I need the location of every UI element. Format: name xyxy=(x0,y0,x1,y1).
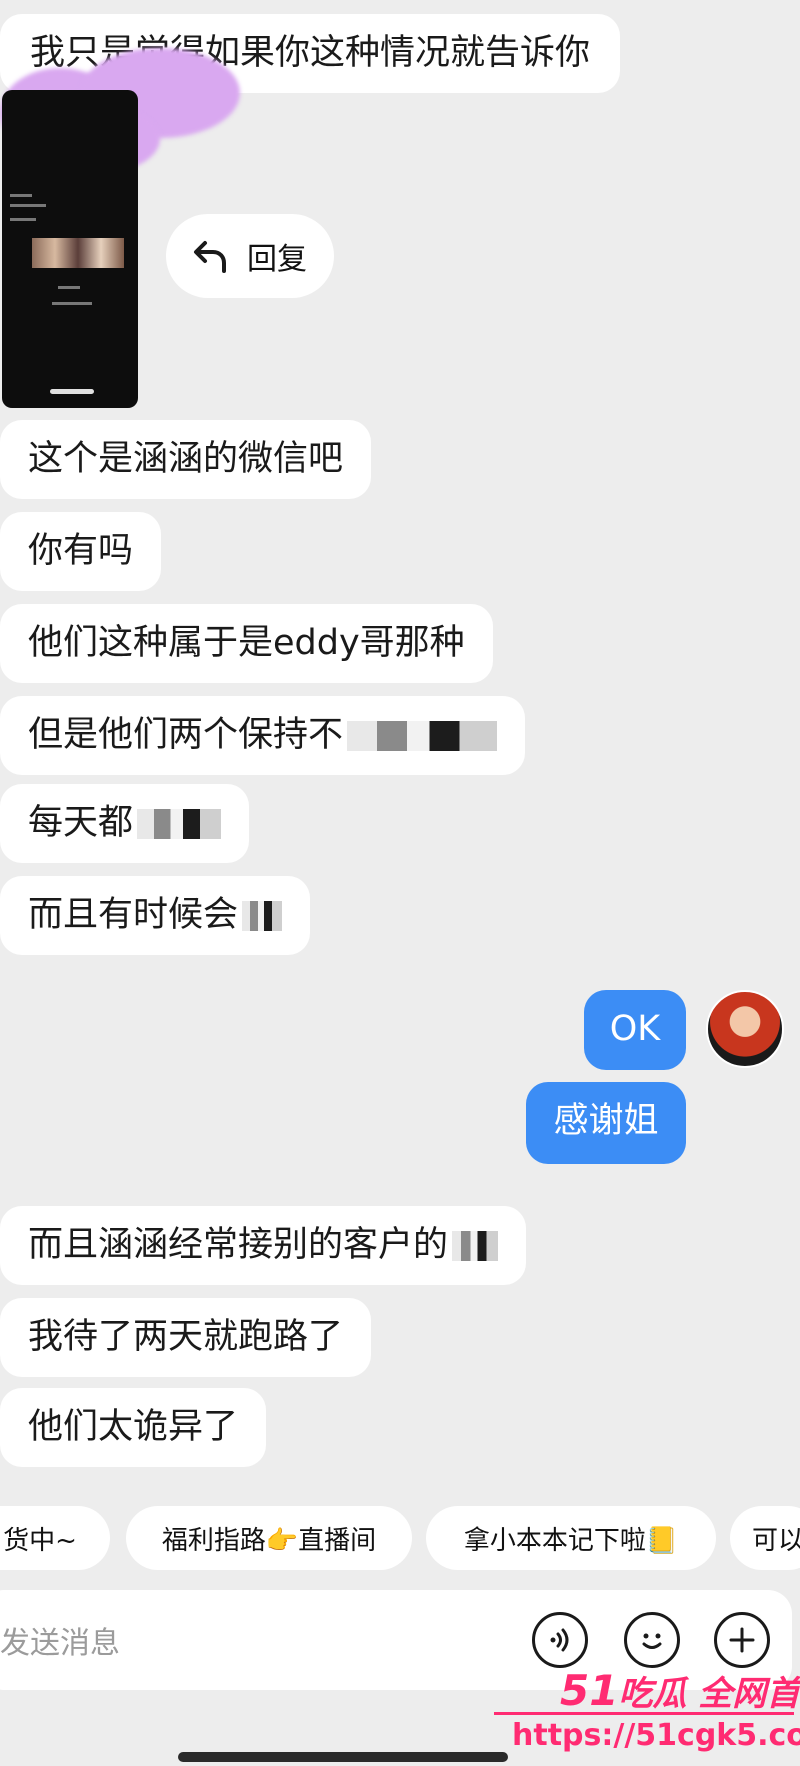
quick-reply-chip[interactable]: 货中~ xyxy=(0,1506,110,1570)
watermark-logo: 51吃瓜 全网首发 xyxy=(560,1666,800,1715)
message-text: 这个是涵涵的微信吧 xyxy=(28,439,344,479)
message-text: 他们这种属于是eddy哥那种 xyxy=(28,623,465,663)
message-text: 而且涵涵经常接别的客户的 xyxy=(28,1225,449,1265)
quick-reply-chip[interactable]: 可以 xyxy=(730,1506,800,1570)
chip-label: 拿小本本记下啦📒 xyxy=(463,1525,679,1556)
message-bubble-incoming[interactable]: 但是他们两个保持不 xyxy=(0,696,526,775)
chip-label: 可以 xyxy=(752,1525,800,1556)
message-bubble-incoming[interactable]: 他们这种属于是eddy哥那种 xyxy=(0,604,493,683)
redaction-mosaic xyxy=(452,1231,499,1261)
reply-label: 回复 xyxy=(247,242,307,277)
emoji-icon[interactable] xyxy=(624,1612,680,1668)
message-text: 你有吗 xyxy=(28,531,134,571)
message-bubble-incoming[interactable]: 而且涵涵经常接别的客户的 xyxy=(0,1206,527,1285)
message-bubble-incoming[interactable]: 他们太诡异了 xyxy=(0,1388,267,1467)
plus-glyph xyxy=(729,1627,755,1653)
message-text: 感谢姐 xyxy=(553,1101,659,1141)
message-text: 他们太诡异了 xyxy=(28,1407,239,1447)
watermark-brand: 51 xyxy=(560,1666,619,1715)
image-strip xyxy=(32,238,124,268)
quick-reply-chip[interactable]: 福利指路👉直播间 xyxy=(126,1506,412,1570)
watermark-url: https://51cgk5.com xyxy=(512,1718,800,1753)
reply-button[interactable]: 回复 xyxy=(166,214,334,298)
message-bubble-incoming[interactable]: 这个是涵涵的微信吧 xyxy=(0,420,372,499)
chip-label: 福利指路👉直播间 xyxy=(161,1525,377,1556)
message-bubble-outgoing[interactable]: 感谢姐 xyxy=(526,1082,686,1164)
message-bubble-outgoing[interactable]: OK xyxy=(584,990,686,1070)
redaction-mosaic xyxy=(347,721,498,751)
emoji-glyph xyxy=(642,1633,662,1649)
home-bar xyxy=(50,389,94,394)
chip-label: 货中~ xyxy=(3,1525,77,1556)
message-bubble-incoming[interactable]: 你有吗 xyxy=(0,512,162,591)
quick-reply-chip[interactable]: 拿小本本记下啦📒 xyxy=(426,1506,716,1570)
message-bubble-incoming[interactable]: 而且有时候会 xyxy=(0,876,311,955)
message-input[interactable]: 发送消息 xyxy=(0,1618,120,1662)
home-indicator[interactable] xyxy=(178,1752,508,1762)
shared-screenshot-thumbnail[interactable] xyxy=(2,90,138,408)
watermark-divider xyxy=(494,1712,794,1715)
message-text: 我待了两天就跑路了 xyxy=(28,1317,344,1357)
message-text: 但是他们两个保持不 xyxy=(28,715,344,755)
plus-icon[interactable] xyxy=(714,1612,770,1668)
message-bubble-incoming[interactable]: 每天都 xyxy=(0,784,250,863)
message-text: OK xyxy=(609,1009,661,1049)
reply-arrow-icon xyxy=(194,241,226,273)
message-text: 每天都 xyxy=(28,803,134,843)
voice-glyph xyxy=(550,1628,569,1652)
message-text: 而且有时候会 xyxy=(28,895,239,935)
avatar[interactable] xyxy=(706,990,784,1068)
message-bubble-incoming[interactable]: 我待了两天就跑路了 xyxy=(0,1298,372,1377)
voice-icon[interactable] xyxy=(532,1612,588,1668)
redaction-mosaic xyxy=(242,901,283,931)
redaction-mosaic xyxy=(137,809,222,839)
watermark-tagline: 吃瓜 全网首发 xyxy=(618,1674,800,1714)
